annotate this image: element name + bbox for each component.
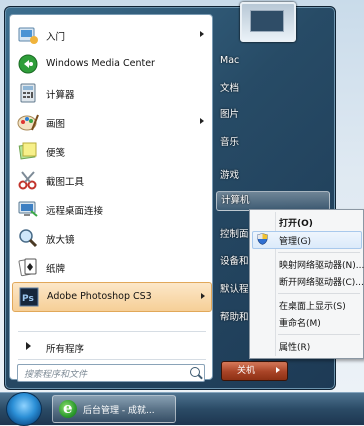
menu-item-manage[interactable]: 管理(G) bbox=[279, 234, 311, 247]
shutdown-button[interactable]: 关机 bbox=[221, 361, 271, 381]
submenu-arrow-icon bbox=[200, 118, 204, 124]
program-item-media-center[interactable]: Windows Media Center bbox=[12, 50, 210, 78]
program-item-paint[interactable]: 画图 bbox=[12, 108, 210, 136]
places-item-default-programs[interactable]: 默认程 bbox=[220, 281, 249, 295]
magnifier-icon bbox=[19, 229, 38, 248]
svg-text:Ps: Ps bbox=[22, 294, 34, 304]
menu-separator bbox=[278, 334, 360, 335]
places-item-pictures[interactable]: 图片 bbox=[220, 106, 239, 120]
solitaire-icon bbox=[18, 258, 37, 277]
places-item-music[interactable]: 音乐 bbox=[220, 134, 239, 148]
places-item-documents[interactable]: 文档 bbox=[220, 80, 239, 94]
program-label: 纸牌 bbox=[46, 264, 66, 275]
places-item-computer[interactable]: 计算机 bbox=[216, 191, 330, 211]
divider bbox=[18, 359, 206, 360]
submenu-arrow-icon bbox=[201, 293, 205, 299]
submenu-arrow-icon bbox=[200, 31, 204, 37]
internet-explorer-icon bbox=[59, 399, 77, 418]
menu-item-rename[interactable]: 重命名(M) bbox=[279, 316, 321, 329]
program-label: 放大镜 bbox=[46, 235, 75, 246]
program-label: 便笺 bbox=[46, 148, 66, 159]
program-label: 计算器 bbox=[46, 90, 75, 101]
places-item-games[interactable]: 游戏 bbox=[220, 167, 239, 181]
program-item-photoshop[interactable]: Ps Adobe Photoshop CS3 bbox=[12, 282, 212, 312]
divider bbox=[18, 331, 206, 332]
taskbar-window-title: 后台管理 - 成就... bbox=[83, 406, 155, 416]
expand-arrow-icon bbox=[26, 342, 31, 350]
program-item-magnifier[interactable]: 放大镜 bbox=[12, 224, 210, 252]
start-button-icon[interactable] bbox=[6, 392, 42, 426]
places-item-user[interactable]: Mac bbox=[220, 55, 239, 66]
program-item-remote-desktop[interactable]: 远程桌面连接 bbox=[12, 195, 210, 223]
taskbar-window-button[interactable]: 后台管理 - 成就... bbox=[52, 395, 176, 423]
program-list-pane: 入门 Windows Media Center 计算器 画图 便笺 截图工具 远… bbox=[9, 14, 213, 382]
places-item-help[interactable]: 帮助和 bbox=[220, 309, 249, 323]
all-programs-button[interactable]: 所有程序 bbox=[12, 337, 210, 357]
sticky-notes-icon bbox=[18, 142, 37, 160]
media-center-icon bbox=[18, 54, 38, 74]
program-item-getting-started[interactable]: 入门 bbox=[12, 21, 210, 49]
program-label: 远程桌面连接 bbox=[46, 206, 104, 217]
uac-shield-icon bbox=[257, 233, 268, 245]
remote-desktop-icon bbox=[18, 201, 38, 217]
menu-separator bbox=[278, 252, 360, 253]
search-placeholder: 搜索程序和文件 bbox=[24, 370, 88, 380]
paint-icon bbox=[17, 114, 39, 131]
places-item-control-panel[interactable]: 控制面 bbox=[220, 226, 249, 240]
program-item-calculator[interactable]: 计算器 bbox=[12, 79, 210, 107]
menu-item-show-on-desktop[interactable]: 在桌面上显示(S) bbox=[279, 299, 346, 312]
menu-separator bbox=[278, 293, 360, 294]
search-icon bbox=[190, 367, 200, 377]
program-label: 截图工具 bbox=[46, 177, 85, 188]
program-label: Adobe Photoshop CS3 bbox=[47, 291, 152, 302]
places-item-devices[interactable]: 设备和 bbox=[220, 253, 249, 267]
menu-item-map-network-drive[interactable]: 映射网络驱动器(N)... bbox=[279, 258, 364, 271]
menu-item-properties[interactable]: 属性(R) bbox=[279, 340, 310, 353]
computer-context-menu: 打开(O) 管理(G) 映射网络驱动器(N)... 断开网络驱动器(C)... … bbox=[249, 209, 364, 359]
snipping-tool-icon bbox=[18, 171, 37, 190]
program-item-snipping-tool[interactable]: 截图工具 bbox=[12, 166, 210, 194]
search-input[interactable]: 搜索程序和文件 bbox=[17, 364, 205, 382]
menu-item-open[interactable]: 打开(O) bbox=[279, 216, 313, 229]
all-programs-label: 所有程序 bbox=[46, 344, 85, 355]
user-picture-icon[interactable] bbox=[240, 2, 296, 42]
program-label: 画图 bbox=[46, 119, 66, 130]
photoshop-icon: Ps bbox=[19, 287, 39, 307]
program-label: 入门 bbox=[46, 32, 66, 43]
program-item-solitaire[interactable]: 纸牌 bbox=[12, 253, 210, 281]
calculator-icon bbox=[20, 83, 36, 103]
getting-started-icon bbox=[18, 27, 38, 44]
program-item-sticky-notes[interactable]: 便笺 bbox=[12, 137, 210, 165]
menu-item-disconnect-network-drive[interactable]: 断开网络驱动器(C)... bbox=[279, 275, 364, 288]
shutdown-options-button[interactable] bbox=[269, 361, 288, 381]
program-label: Windows Media Center bbox=[46, 58, 155, 69]
